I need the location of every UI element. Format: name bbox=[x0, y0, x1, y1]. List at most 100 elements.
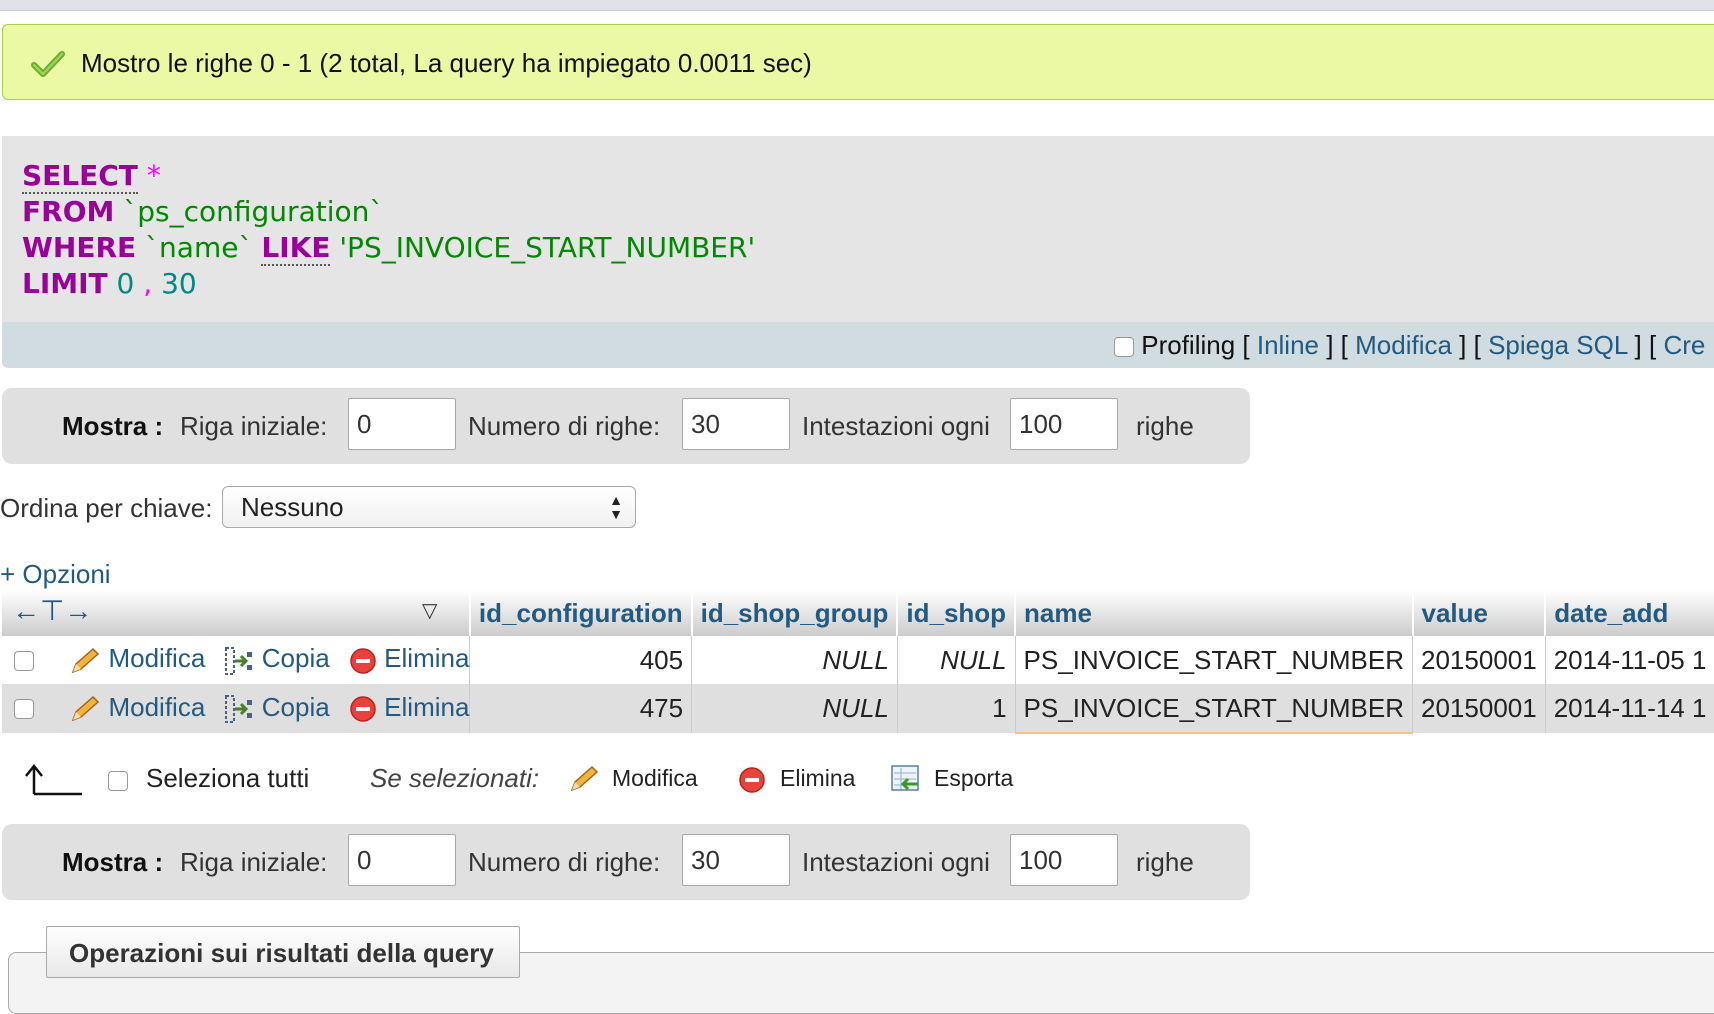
bulk-edit-button[interactable]: Modifica bbox=[612, 760, 698, 796]
delete-link[interactable]: Elimina bbox=[384, 643, 469, 673]
navigation-bar-bottom: Mostra : Riga iniziale: Numero di righe:… bbox=[2, 824, 1250, 900]
delete-icon bbox=[350, 696, 376, 722]
headers-every-input[interactable] bbox=[1010, 398, 1118, 450]
export-icon bbox=[891, 765, 919, 791]
inline-link[interactable]: Inline bbox=[1257, 330, 1319, 360]
sql-string-value: 'PS_INVOICE_START_NUMBER' bbox=[339, 231, 756, 264]
if-selected-label: Se selezionati: bbox=[370, 763, 540, 793]
start-row-label: Riga iniziale: bbox=[180, 847, 328, 877]
sql-query-box: SELECT * FROM `ps_configuration` WHERE `… bbox=[2, 136, 1714, 322]
table-row: Modifica Copia Elimina 405 NULL NULL PS_… bbox=[2, 636, 1714, 684]
select-arrows-icon: ▲ ▼ bbox=[609, 492, 623, 522]
delete-icon bbox=[739, 767, 765, 793]
top-panel-edge bbox=[0, 0, 1714, 11]
sql-column-name: `name` bbox=[145, 231, 253, 264]
copy-link[interactable]: Copia bbox=[262, 643, 330, 673]
show-label: Mostra : bbox=[62, 411, 164, 441]
bulk-export-button[interactable]: Esporta bbox=[934, 760, 1013, 796]
navigation-bar-top: Mostra : Riga iniziale: Numero di righe:… bbox=[2, 388, 1250, 464]
rows-suffix-label: righe bbox=[1136, 411, 1194, 441]
query-operations-legend: Operazioni sui risultati della query bbox=[46, 926, 520, 978]
sql-table-name: `ps_configuration` bbox=[123, 195, 384, 228]
create-php-link[interactable]: Cre bbox=[1663, 330, 1705, 360]
edit-link[interactable]: Modifica bbox=[108, 692, 205, 722]
sql-comma: , bbox=[143, 267, 153, 300]
delete-icon bbox=[350, 647, 376, 674]
table-header-row: ←⊤→ ▽ id_configuration id_shop_group id_… bbox=[2, 590, 1714, 636]
bulk-actions: Seleziona tutti Se selezionati: Modifica… bbox=[0, 752, 1100, 806]
column-header-value[interactable]: value bbox=[1412, 590, 1547, 636]
sql-links: Profiling [ Inline ] [ Modifica ] [ Spie… bbox=[1114, 328, 1705, 362]
rows-suffix-label: righe bbox=[1136, 847, 1194, 877]
headers-every-label: Intestazioni ogni bbox=[802, 847, 990, 877]
sql-from-keyword: FROM bbox=[22, 195, 115, 228]
pencil-icon bbox=[71, 647, 100, 673]
sort-by-key-select[interactable]: Nessuno ▲ ▼ bbox=[222, 486, 636, 528]
sql-count: 30 bbox=[161, 267, 197, 300]
row-checkbox[interactable] bbox=[14, 699, 34, 720]
pencil-icon bbox=[71, 696, 100, 722]
arrow-up-corner-icon bbox=[25, 763, 82, 796]
column-header-date-add[interactable]: date_add bbox=[1545, 590, 1714, 636]
pencil-icon bbox=[570, 765, 599, 792]
sql-where-keyword: WHERE bbox=[22, 231, 137, 264]
rows-count-input[interactable] bbox=[682, 834, 790, 886]
column-header-id-shop[interactable]: id_shop bbox=[897, 590, 1017, 636]
rows-count-label: Numero di righe: bbox=[468, 411, 661, 441]
cell-id-configuration: 405 bbox=[469, 636, 693, 684]
resize-columns-icon[interactable]: ←⊤→ bbox=[12, 594, 92, 627]
cell-id-shop-group: NULL bbox=[691, 636, 898, 684]
start-row-input[interactable] bbox=[348, 834, 456, 886]
row-actions: Modifica Copia Elimina bbox=[2, 636, 471, 684]
explain-sql-link[interactable]: Spiega SQL bbox=[1488, 330, 1627, 360]
cell-id-shop: NULL bbox=[897, 636, 1016, 684]
cell-name: PS_INVOICE_START_NUMBER bbox=[1015, 636, 1414, 684]
query-operations-title: Operazioni sui risultati della query bbox=[69, 938, 494, 968]
success-message: Mostro le righe 0 - 1 (2 total, La query… bbox=[2, 24, 1714, 100]
copy-icon bbox=[224, 695, 252, 724]
select-all-label[interactable]: Seleziona tutti bbox=[146, 760, 309, 796]
sql-select-keyword[interactable]: SELECT bbox=[22, 159, 138, 194]
cell-value: 20150001 bbox=[1412, 636, 1546, 684]
copy-icon bbox=[224, 646, 252, 675]
copy-link[interactable]: Copia bbox=[262, 692, 330, 722]
sort-selected-value: Nessuno bbox=[241, 492, 344, 522]
column-menu-triangle-icon[interactable]: ▽ bbox=[422, 598, 437, 623]
edit-sql-link[interactable]: Modifica bbox=[1355, 330, 1452, 360]
cell-name: PS_INVOICE_START_NUMBER bbox=[1015, 684, 1414, 734]
edit-link[interactable]: Modifica bbox=[108, 643, 205, 673]
rows-count-input[interactable] bbox=[682, 398, 790, 450]
sql-offset: 0 bbox=[116, 267, 135, 300]
row-actions: Modifica Copia Elimina bbox=[2, 684, 471, 733]
cell-date-add: 2014-11-05 1 bbox=[1545, 636, 1714, 684]
profiling-label: Profiling bbox=[1141, 330, 1236, 360]
sql-like-keyword[interactable]: LIKE bbox=[261, 231, 331, 266]
profiling-checkbox[interactable] bbox=[1114, 337, 1134, 358]
check-icon bbox=[31, 51, 65, 77]
sql-limit-keyword: LIMIT bbox=[22, 267, 108, 300]
start-row-input[interactable] bbox=[348, 398, 456, 450]
column-header-id-shop-group[interactable]: id_shop_group bbox=[691, 590, 899, 636]
sql-star: * bbox=[146, 159, 161, 192]
column-header-id-configuration[interactable]: id_configuration bbox=[469, 590, 693, 636]
headers-every-input[interactable] bbox=[1010, 834, 1118, 886]
select-all-checkbox[interactable] bbox=[108, 771, 128, 791]
column-header-name[interactable]: name bbox=[1015, 590, 1414, 636]
sort-by-key-label: Ordina per chiave: bbox=[0, 493, 213, 523]
headers-every-label: Intestazioni ogni bbox=[802, 411, 990, 441]
delete-link[interactable]: Elimina bbox=[384, 692, 469, 722]
options-link[interactable]: + Opzioni bbox=[0, 556, 111, 592]
rows-count-label: Numero di righe: bbox=[468, 847, 661, 877]
results-table: ←⊤→ ▽ id_configuration id_shop_group id_… bbox=[2, 590, 1714, 734]
table-row: Modifica Copia Elimina 475 NULL 1 PS_INV… bbox=[2, 684, 1714, 734]
start-row-label: Riga iniziale: bbox=[180, 411, 328, 441]
row-checkbox[interactable] bbox=[14, 650, 34, 671]
column-controls-header: ←⊤→ ▽ bbox=[2, 590, 471, 636]
cell-id-configuration: 475 bbox=[469, 684, 693, 733]
sql-actions-bar: Profiling [ Inline ] [ Modifica ] [ Spie… bbox=[2, 322, 1714, 368]
cell-value: 20150001 bbox=[1412, 684, 1546, 733]
cell-id-shop-group: NULL bbox=[691, 684, 898, 733]
cell-date-add: 2014-11-14 1 bbox=[1545, 684, 1714, 733]
bulk-delete-button[interactable]: Elimina bbox=[780, 760, 855, 796]
success-text: Mostro le righe 0 - 1 (2 total, La query… bbox=[81, 48, 812, 78]
